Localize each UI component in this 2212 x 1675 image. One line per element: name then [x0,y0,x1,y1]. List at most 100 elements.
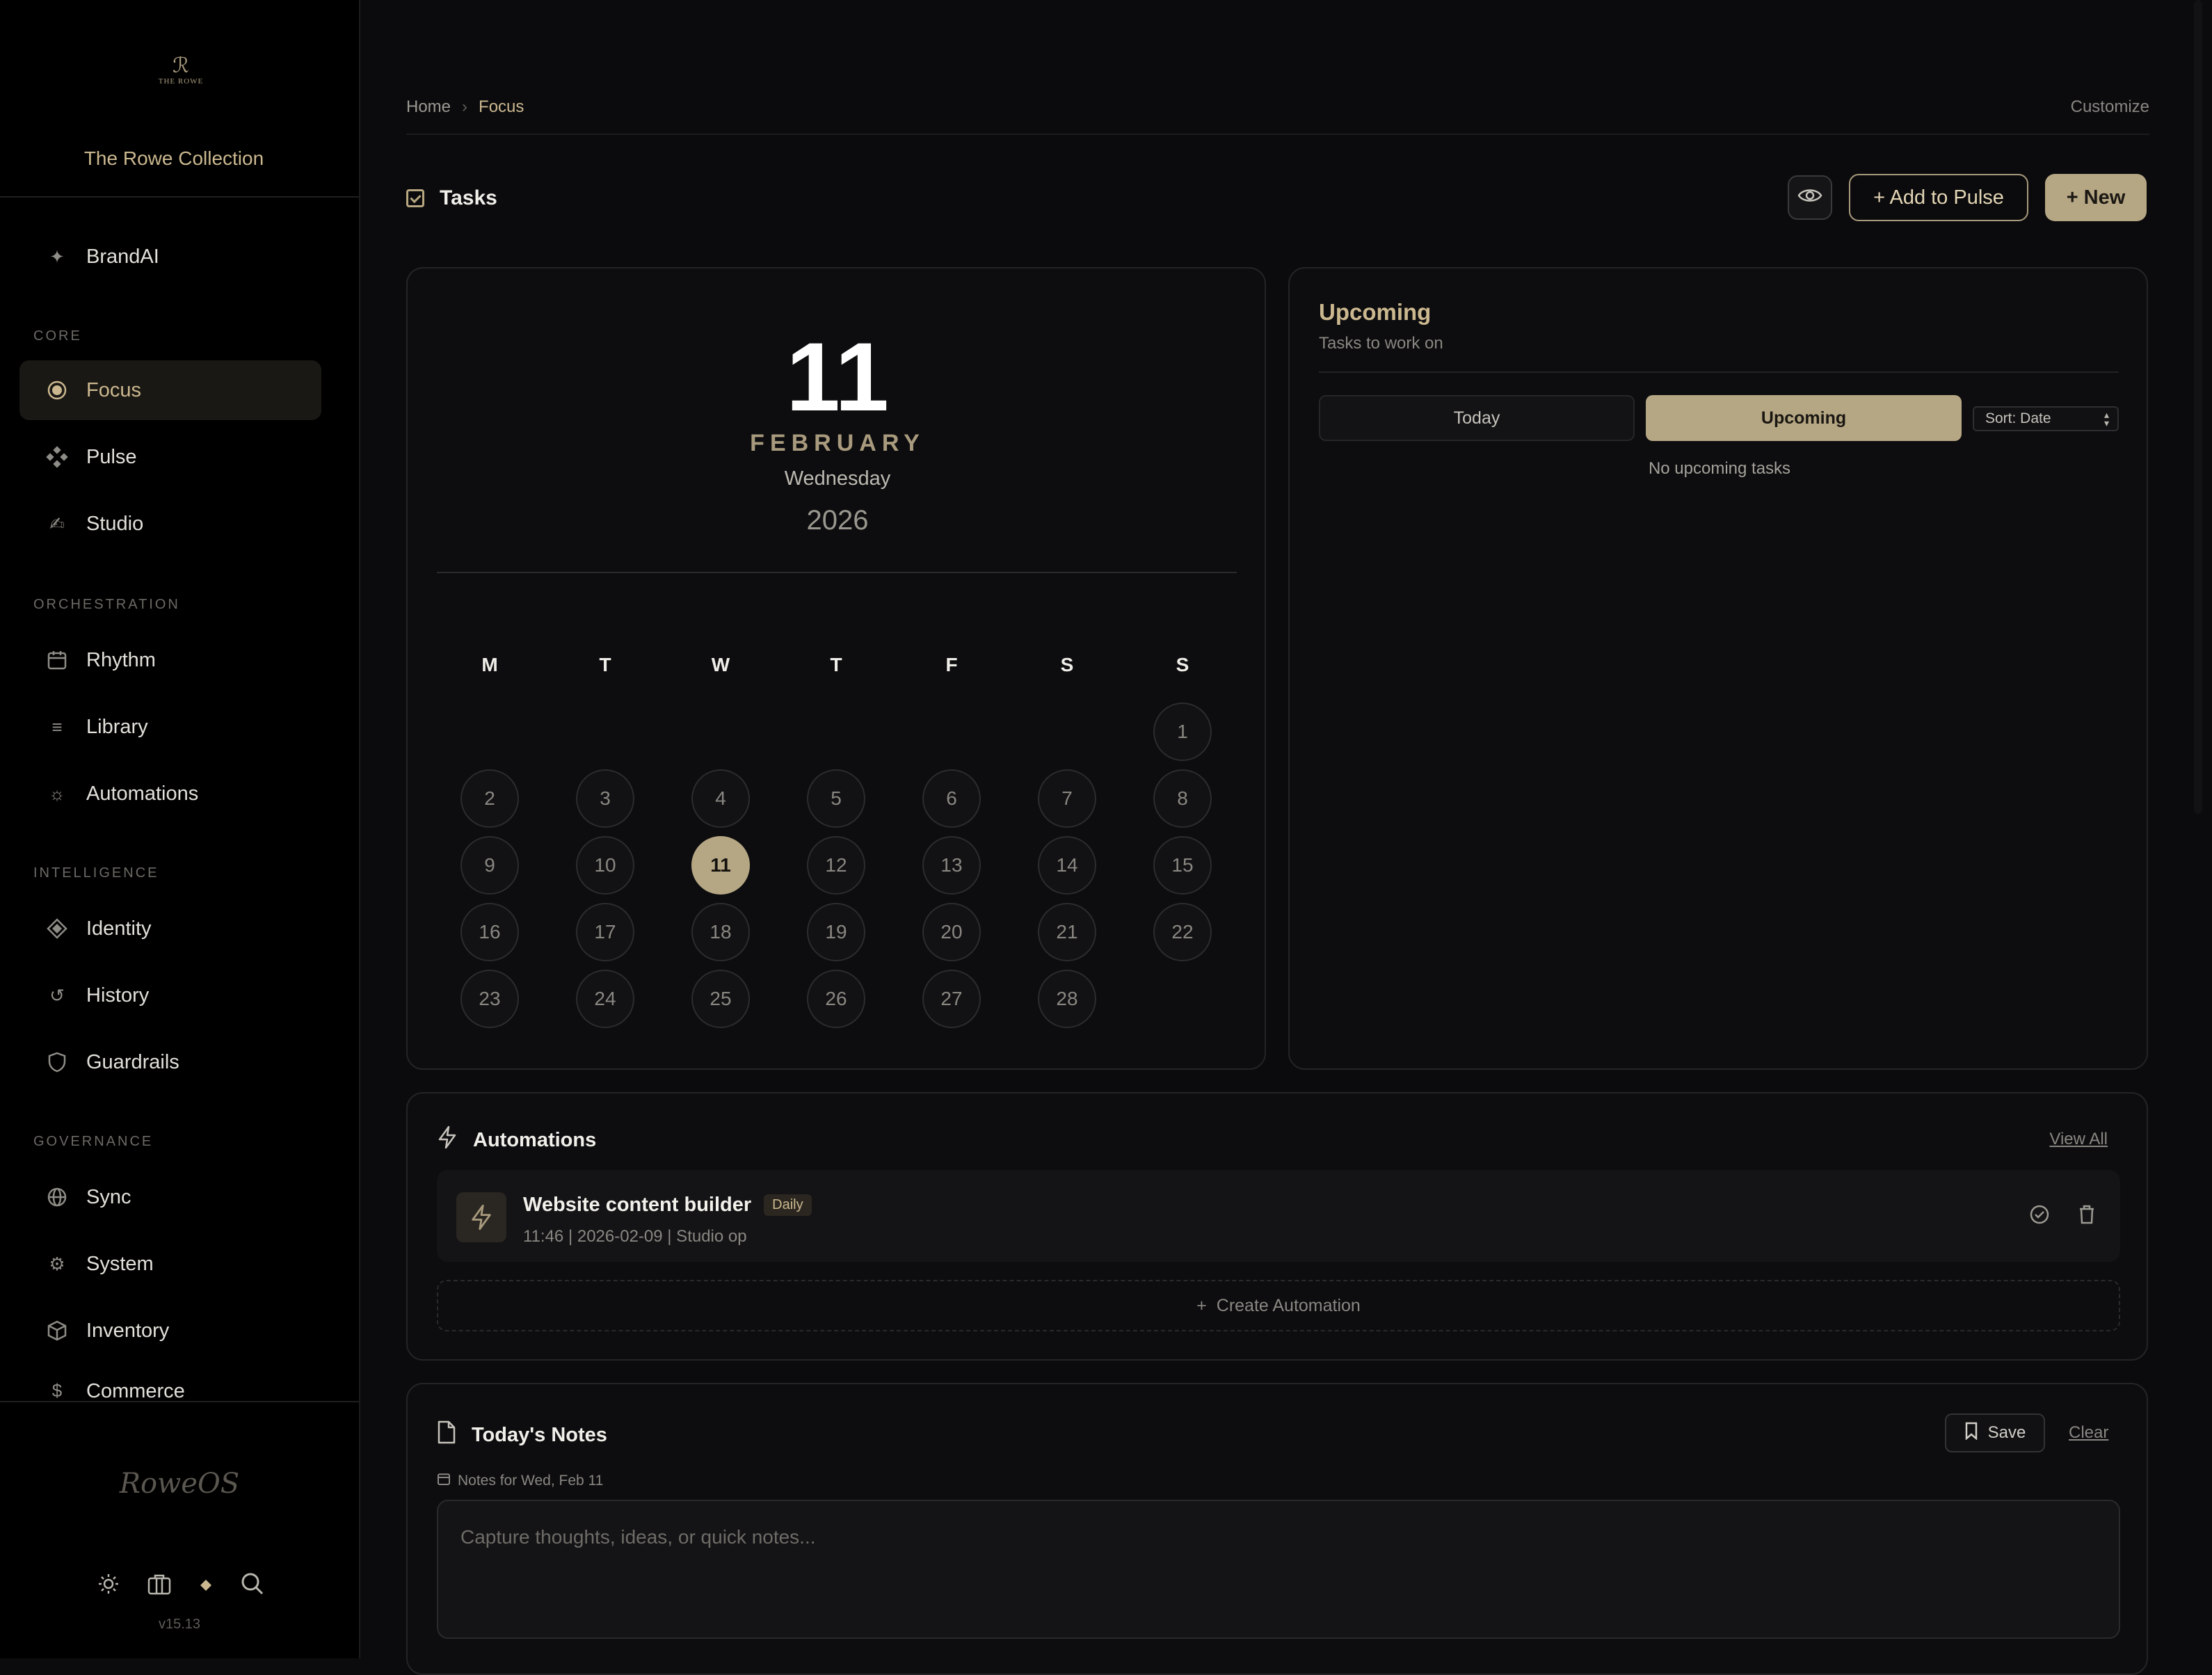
automation-name-text: Website content builder [523,1194,752,1216]
calendar-day[interactable]: 24 [576,970,634,1028]
sidebar-footer-tools [97,1571,264,1601]
new-task-button[interactable]: + New [2045,174,2147,221]
theme-sun-icon[interactable] [97,1573,120,1600]
calendar-day[interactable]: 8 [1153,769,1212,828]
save-notes-button[interactable]: Save [1945,1413,2045,1452]
notes-card: Today's Notes Save Clear Notes for Wed, … [406,1383,2148,1675]
frequency-badge: Daily [764,1194,812,1216]
breadcrumb-home[interactable]: Home [406,97,451,117]
breadcrumb-separator-icon: › [462,97,468,116]
weekday-header: S [1060,654,1074,675]
logo-text: THE ROWE [158,77,204,86]
sidebar-item-label: Studio [86,512,144,535]
add-to-pulse-button[interactable]: + Add to Pulse [1849,174,2028,221]
brand-name[interactable]: The Rowe Collection [0,147,348,170]
sort-select[interactable]: Sort: Date ▴ ▾ [1973,406,2119,431]
section-label-intelligence: INTELLIGENCE [33,865,159,881]
calendar-day[interactable]: 14 [1038,836,1096,895]
calendar-day[interactable]: 12 [807,836,865,895]
calendar-day[interactable]: 16 [460,903,519,961]
sidebar-item-sync[interactable]: Sync [19,1167,321,1227]
gear-icon: ⚙ [49,1253,65,1274]
sidebar-divider [0,196,359,198]
version-label: v15.13 [158,1617,201,1632]
shield-icon [43,1052,71,1073]
sidebar-item-inventory[interactable]: Inventory [19,1301,321,1361]
trash-icon[interactable] [2074,1202,2099,1227]
sidebar-item-label: Guardrails [86,1050,179,1073]
calendar-day-selected[interactable]: 11 [691,836,750,895]
tab-upcoming[interactable]: Upcoming [1646,395,1962,441]
sidebar-item-identity[interactable]: Identity [19,899,321,959]
calendar-day[interactable]: 27 [922,970,981,1028]
calendar-day[interactable]: 28 [1038,970,1096,1028]
complete-check-icon[interactable] [2027,1202,2052,1227]
calendar-day[interactable]: 19 [807,903,865,961]
weekday-header: T [599,654,611,675]
sidebar-item-brandai[interactable]: ✦ BrandAI [19,227,321,287]
sidebar-item-commerce[interactable]: $ Commerce [19,1368,321,1402]
calendar-day[interactable]: 20 [922,903,981,961]
sidebar-item-system[interactable]: ⚙ System [19,1234,321,1294]
history-icon: ↺ [49,984,65,1006]
calendar-small-icon [437,1472,451,1490]
focus-target-icon [43,380,71,401]
sidebar-item-rhythm[interactable]: Rhythm [19,630,321,690]
sidebar-item-guardrails[interactable]: Guardrails [19,1032,321,1092]
sidebar-item-library[interactable]: ≡ Library [19,697,321,757]
dollar-icon: $ [51,1380,63,1401]
calendar-day[interactable]: 21 [1038,903,1096,961]
calendar-day[interactable]: 6 [922,769,981,828]
calendar-day[interactable]: 7 [1038,769,1096,828]
calendar-day[interactable]: 4 [691,769,750,828]
customize-link[interactable]: Customize [2071,97,2149,117]
automation-meta: 11:46 | 2026-02-09 | Studio op [523,1227,747,1246]
calendar-day[interactable]: 17 [576,903,634,961]
calendar-day[interactable]: 18 [691,903,750,961]
calendar-day[interactable]: 2 [460,769,519,828]
sidebar-item-history[interactable]: ↺ History [19,965,321,1025]
calendar-day[interactable]: 26 [807,970,865,1028]
notes-textarea[interactable] [437,1500,2120,1639]
calendar-day[interactable]: 9 [460,836,519,895]
sidebar-item-label: Sync [86,1185,131,1208]
sidebar-item-automations[interactable]: ☼ Automations [19,764,321,824]
briefcase-icon[interactable] [147,1573,171,1600]
search-icon[interactable] [241,1572,264,1601]
sidebar: ℛ THE ROWE The Rowe Collection ✦ BrandAI… [0,0,360,1658]
lightning-icon [456,1192,506,1242]
calendar-day[interactable]: 1 [1153,703,1212,761]
brand-logo[interactable]: ℛ THE ROWE [146,56,216,97]
calendar-day[interactable]: 23 [460,970,519,1028]
calendar-day[interactable]: 22 [1153,903,1212,961]
save-label: Save [1987,1423,2026,1442]
calendar-day[interactable]: 10 [576,836,634,895]
sidebar-item-label: Commerce [86,1380,185,1402]
sidebar-item-pulse[interactable]: Pulse [19,427,321,487]
box-icon [43,1320,71,1341]
eye-icon [1797,186,1822,209]
visibility-toggle-button[interactable] [1788,175,1832,220]
calendar-day[interactable]: 25 [691,970,750,1028]
create-automation-button[interactable]: + Create Automation [437,1280,2120,1331]
tasks-heading: Tasks [406,186,497,210]
page-scrollbar[interactable] [2194,0,2202,814]
weekday-header: T [830,654,842,675]
pulse-diamonds-icon [43,446,71,468]
plus-icon: + [1196,1295,1207,1315]
calendar-day[interactable]: 3 [576,769,634,828]
sidebar-item-studio[interactable]: ✍ Studio [19,494,321,554]
sidebar-item-label: Automations [86,782,199,805]
calendar-day[interactable]: 5 [807,769,865,828]
view-all-link[interactable]: View All [2049,1130,2108,1149]
sidebar-item-focus[interactable]: Focus [19,360,321,420]
bookmark-icon [1964,1422,1978,1445]
diamond-small-icon[interactable] [199,1575,213,1597]
weekday-header: S [1176,654,1189,675]
sidebar-item-label: Inventory [86,1319,170,1342]
automation-item[interactable]: Website content builder Daily 11:46 | 202… [437,1170,2120,1262]
calendar-day[interactable]: 15 [1153,836,1212,895]
clear-notes-link[interactable]: Clear [2069,1423,2108,1443]
calendar-day[interactable]: 13 [922,836,981,895]
tab-today[interactable]: Today [1319,395,1635,441]
